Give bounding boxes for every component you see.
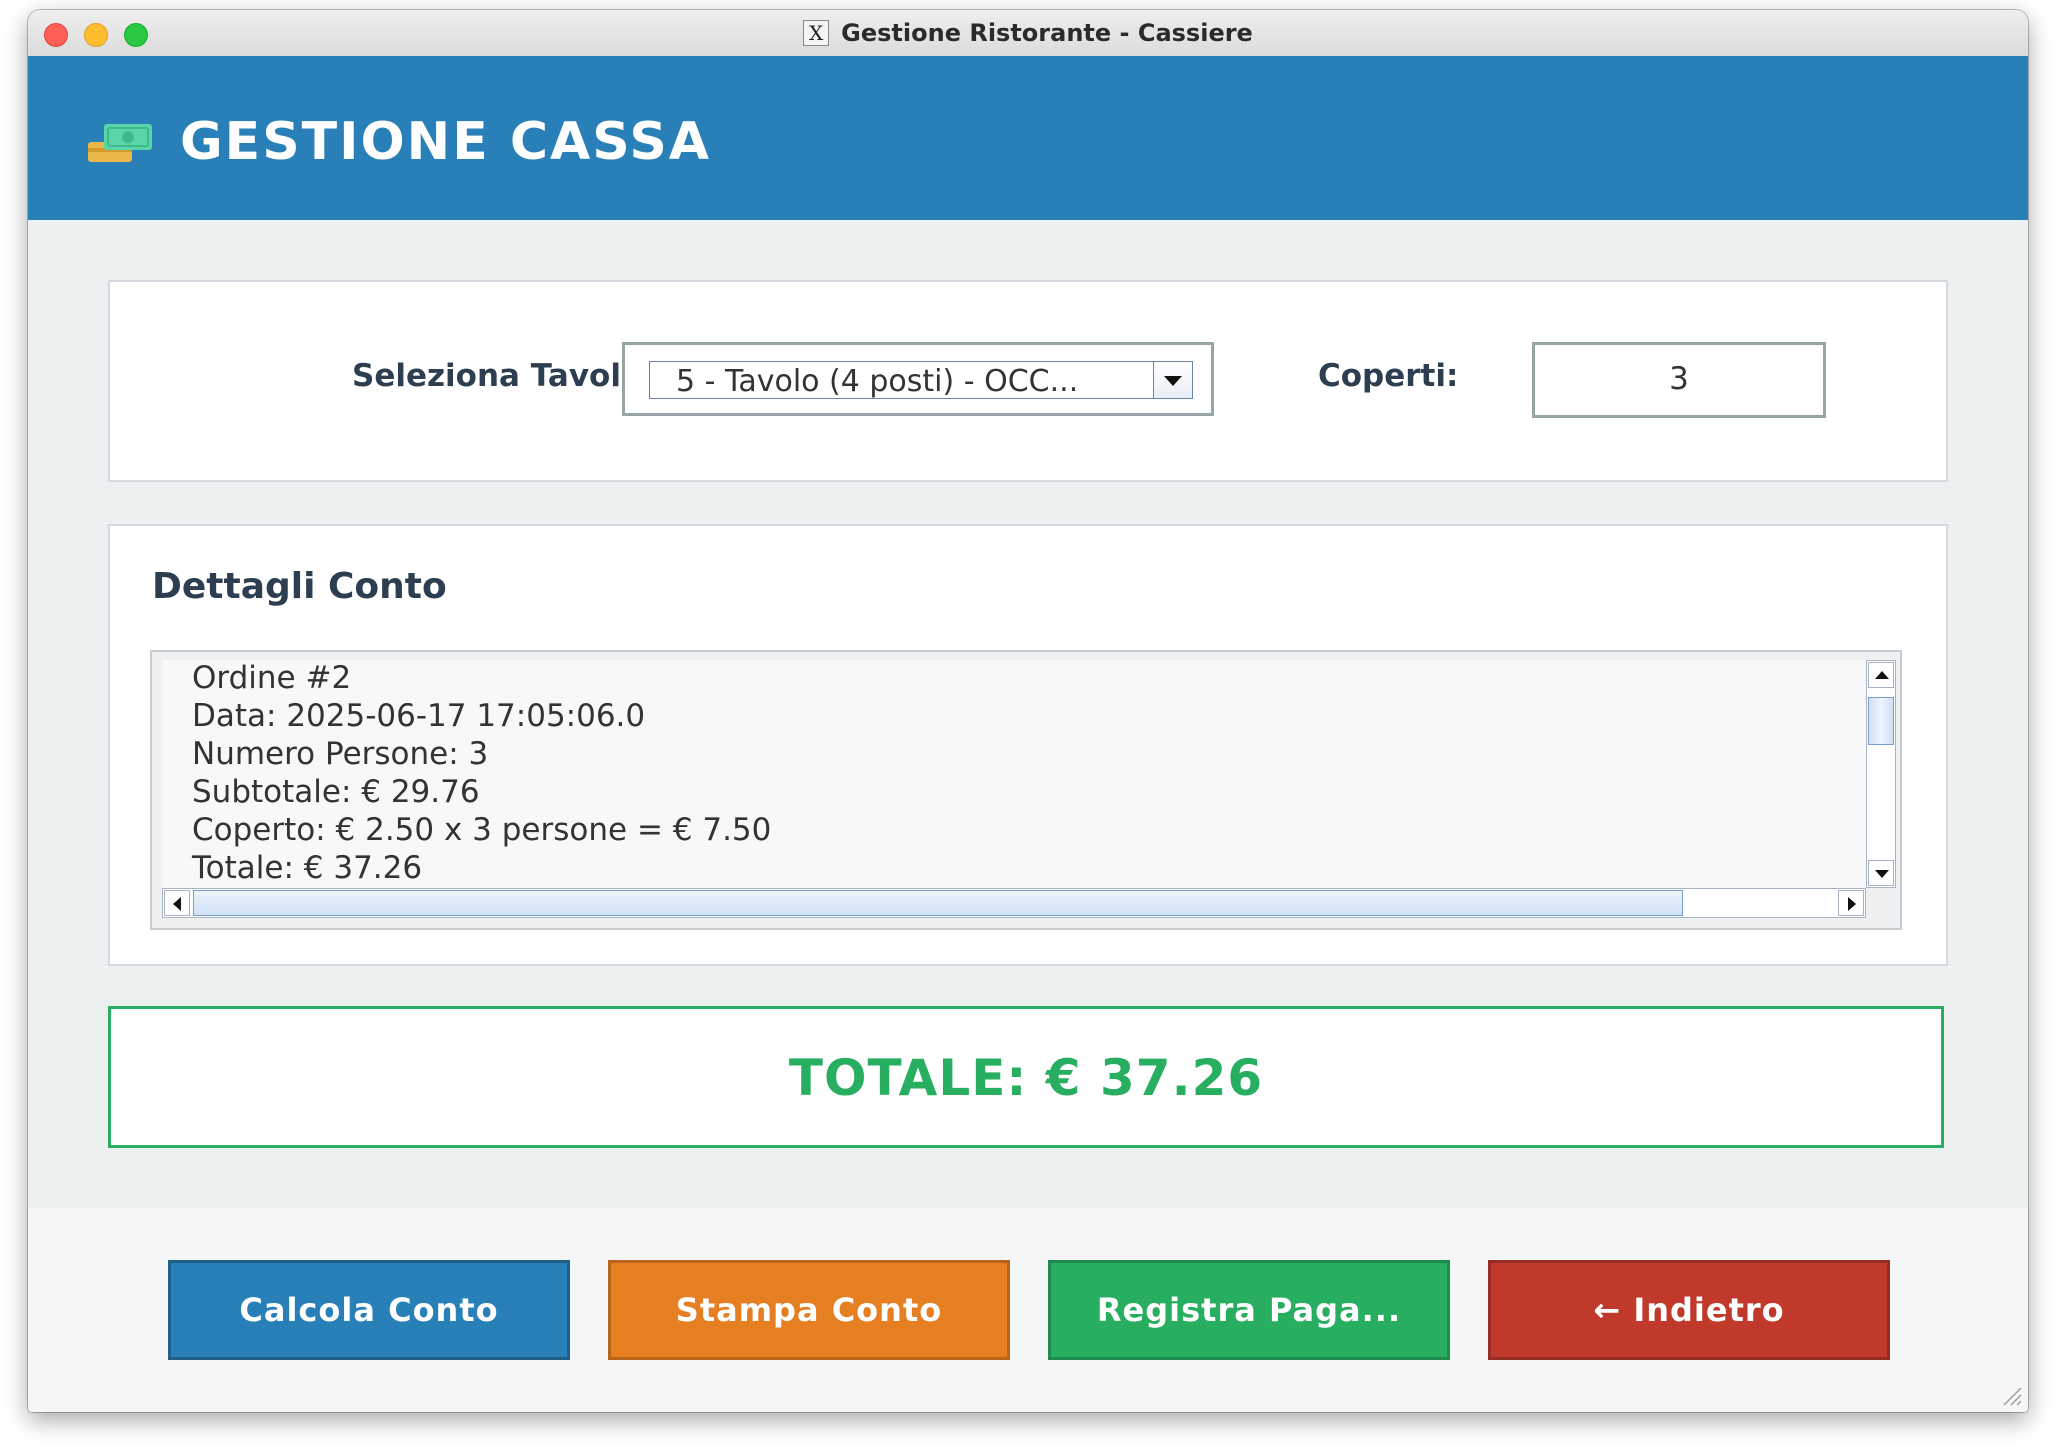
table-select-value: 5 - Tavolo (4 posti) - OCC... — [676, 364, 1079, 399]
chevron-down-icon[interactable] — [1153, 362, 1192, 398]
register-payment-button[interactable]: Registra Paga... — [1048, 1260, 1450, 1360]
back-button[interactable]: ← Indietro — [1488, 1260, 1890, 1360]
vertical-scrollbar[interactable] — [1866, 660, 1896, 888]
scroll-up-button[interactable] — [1868, 662, 1894, 688]
total-amount: TOTALE: € 37.26 — [788, 1049, 1264, 1107]
button-bar: Calcola Conto Stampa Conto Registra Paga… — [28, 1208, 2028, 1412]
total-panel: TOTALE: € 37.26 — [108, 1006, 1944, 1148]
table-select-field[interactable]: 5 - Tavolo (4 posti) - OCC... — [649, 361, 1193, 399]
bill-details-scrollpane: Ordine #2 Data: 2025-06-17 17:05:06.0 Nu… — [150, 650, 1902, 930]
bill-line-total: Totale: € 37.26 — [192, 850, 423, 886]
horizontal-scroll-thumb[interactable] — [193, 890, 1683, 916]
bill-line-order: Ordine #2 — [192, 660, 352, 696]
scroll-left-button[interactable] — [164, 890, 190, 916]
arrow-down-icon — [1875, 870, 1889, 878]
x11-icon: X — [803, 20, 830, 46]
bill-details-textarea[interactable]: Ordine #2 Data: 2025-06-17 17:05:06.0 Nu… — [162, 660, 1866, 888]
table-select-dropdown[interactable]: 5 - Tavolo (4 posti) - OCC... — [622, 342, 1214, 416]
table-selection-panel: Seleziona Tavolo: 5 - Tavolo (4 posti) -… — [108, 280, 1948, 482]
bill-line-cover-charge: Coperto: € 2.50 x 3 persone = € 7.50 — [192, 812, 772, 848]
covers-field[interactable]: 3 — [1532, 342, 1826, 418]
bill-line-date: Data: 2025-06-17 17:05:06.0 — [192, 698, 646, 734]
bill-details-panel: Dettagli Conto Ordine #2 Data: 2025-06-1… — [108, 524, 1948, 966]
app-window: X Gestione Ristorante - Cassiere GESTION… — [28, 10, 2028, 1412]
title-wrap: X Gestione Ristorante - Cassiere — [28, 10, 2028, 56]
arrow-right-icon — [1848, 897, 1856, 911]
page-title: GESTIONE CASSA — [180, 112, 712, 172]
window-title: Gestione Ristorante - Cassiere — [841, 19, 1253, 47]
print-bill-button[interactable]: Stampa Conto — [608, 1260, 1010, 1360]
table-select-label: Seleziona Tavolo: — [352, 358, 655, 394]
resize-grip-icon[interactable] — [2000, 1384, 2022, 1406]
header-bar: GESTIONE CASSA — [28, 56, 2028, 220]
scroll-right-button[interactable] — [1838, 890, 1864, 916]
title-bar: X Gestione Ristorante - Cassiere — [28, 10, 2028, 57]
calculate-bill-button[interactable]: Calcola Conto — [168, 1260, 570, 1360]
horizontal-scrollbar[interactable] — [162, 888, 1866, 918]
covers-label: Coperti: — [1318, 358, 1459, 394]
bill-details-title: Dettagli Conto — [152, 566, 447, 607]
arrow-up-icon — [1875, 671, 1889, 679]
arrow-left-icon — [173, 897, 181, 911]
scroll-down-button[interactable] — [1868, 860, 1894, 886]
bill-line-subtotal: Subtotale: € 29.76 — [192, 774, 480, 810]
bill-line-persons: Numero Persone: 3 — [192, 736, 489, 772]
vertical-scroll-thumb[interactable] — [1868, 697, 1894, 745]
cash-icon — [88, 124, 152, 162]
